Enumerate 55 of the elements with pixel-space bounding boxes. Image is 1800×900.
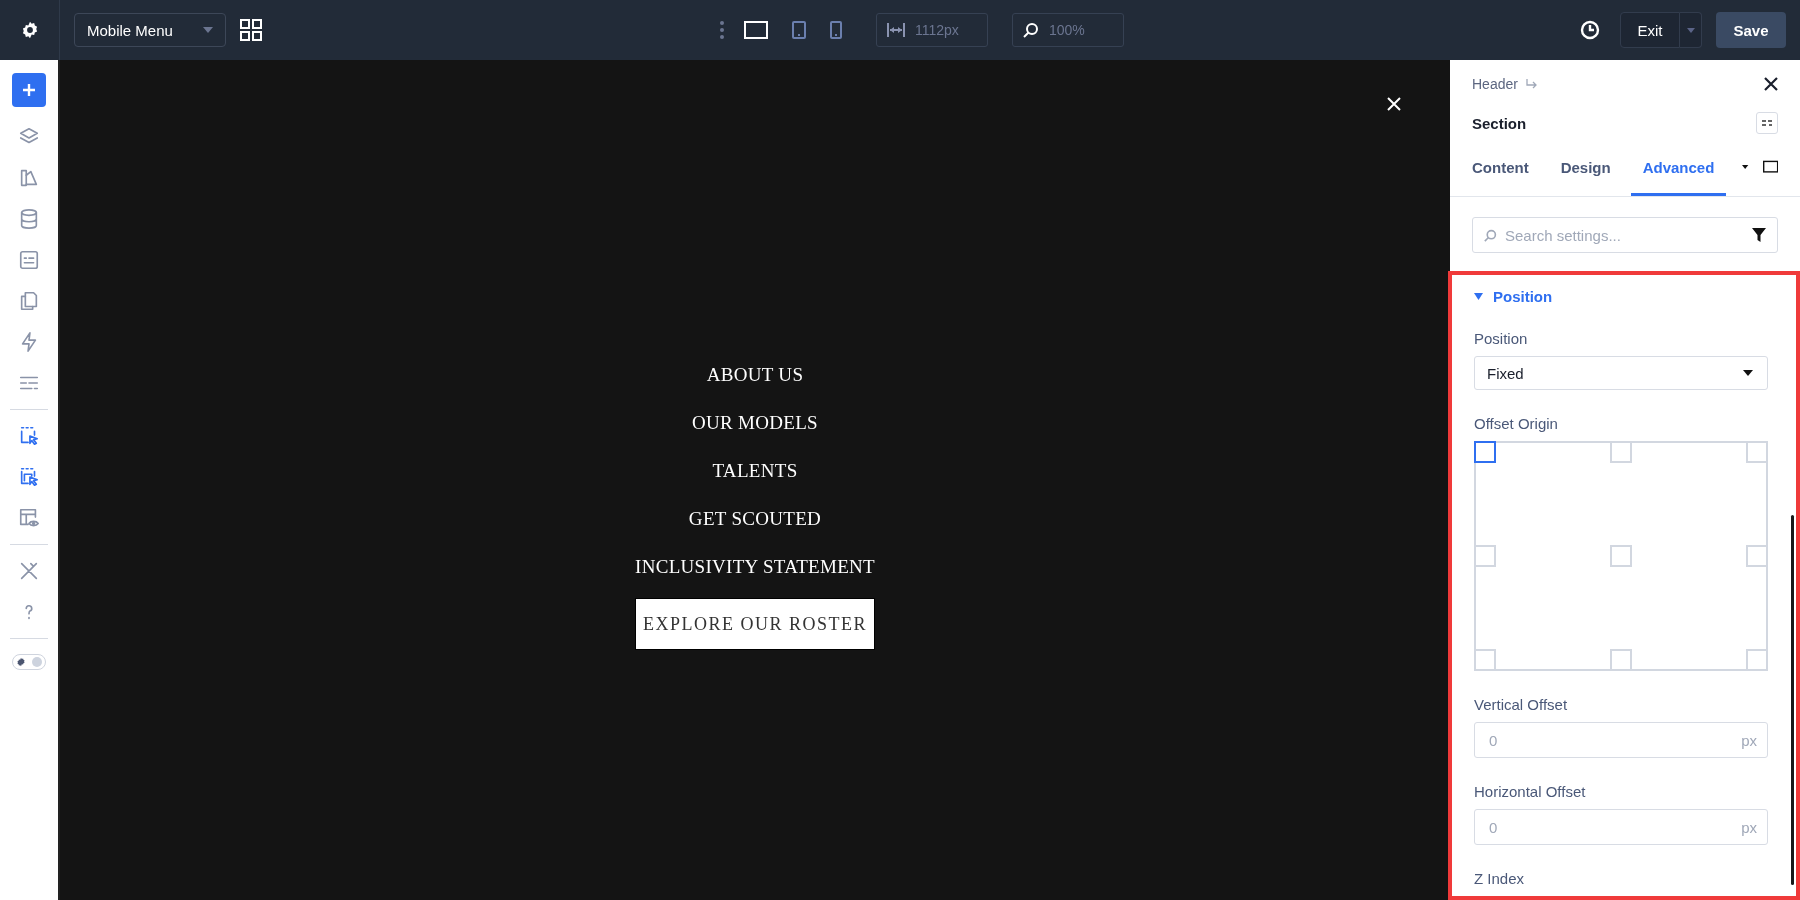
search-icon [1023,22,1039,38]
select-multi-icon[interactable] [18,466,40,488]
explore-roster-button[interactable]: EXPLORE OUR ROSTER [635,598,875,650]
options-button[interactable] [1756,112,1778,134]
return-arrow-icon [1525,79,1537,89]
more-icon[interactable] [720,21,724,39]
menu-link[interactable]: GET SCOUTED [688,508,822,529]
position-section-toggle[interactable]: Position [1474,288,1553,305]
field-label: Position [1474,330,1529,347]
database-icon[interactable] [18,208,40,230]
menu-link[interactable]: OUR MODELS [692,412,818,433]
save-button[interactable]: Save [1716,12,1786,48]
menu-link[interactable]: ABOUT US [706,364,804,385]
menu-link[interactable]: INCLUSIVITY STATEMENT [635,556,875,577]
grid-icon[interactable] [240,19,262,41]
menu-link[interactable]: TALENTS [712,460,798,481]
toggle-knob [32,657,42,667]
select-icon[interactable] [18,425,40,447]
panel-title: Section [1472,114,1527,132]
caret-icon[interactable] [1742,164,1749,170]
filter-icon[interactable] [1752,228,1766,242]
field-label: Offset Origin [1474,415,1559,432]
options-icon [1762,119,1772,127]
gear-icon [16,657,26,667]
tablet-icon[interactable] [792,21,806,39]
desktop-icon[interactable] [1762,158,1778,176]
form-icon[interactable] [18,249,40,271]
field-label: Z Index [1474,870,1526,887]
width-icon [887,23,905,37]
field-label: Horizontal Offset [1474,783,1587,800]
plus-icon [22,83,36,97]
desktop-icon[interactable] [744,21,768,39]
library-icon[interactable] [18,167,40,189]
search-field[interactable]: Search settings... [1472,217,1778,253]
position-dropdown[interactable]: Fixed [1474,356,1768,390]
exit-menu-button[interactable] [1680,12,1702,48]
preview-icon[interactable] [18,507,40,529]
origin-point[interactable] [1474,441,1496,463]
phone-icon[interactable] [830,21,842,39]
pages-icon[interactable] [18,290,40,312]
caret-icon [1686,27,1695,33]
exit-button[interactable]: Exit [1620,12,1680,48]
history-clock-icon[interactable] [1580,20,1600,40]
search-icon [1484,229,1497,242]
add-button[interactable] [12,73,46,107]
close-icon[interactable] [1764,77,1778,91]
panel-tab[interactable]: Advanced [1630,138,1727,196]
panel-tab[interactable]: Content [1472,138,1541,196]
scrollbar[interactable] [1791,515,1794,885]
caret-icon [1743,370,1753,376]
field-label: Vertical Offset [1474,696,1569,713]
breadcrumb-link[interactable]: Header [1472,76,1518,92]
caret-icon [203,27,213,33]
layout-dropdown[interactable]: Mobile Menu [74,13,226,47]
panel-tab[interactable]: Design [1548,138,1623,196]
